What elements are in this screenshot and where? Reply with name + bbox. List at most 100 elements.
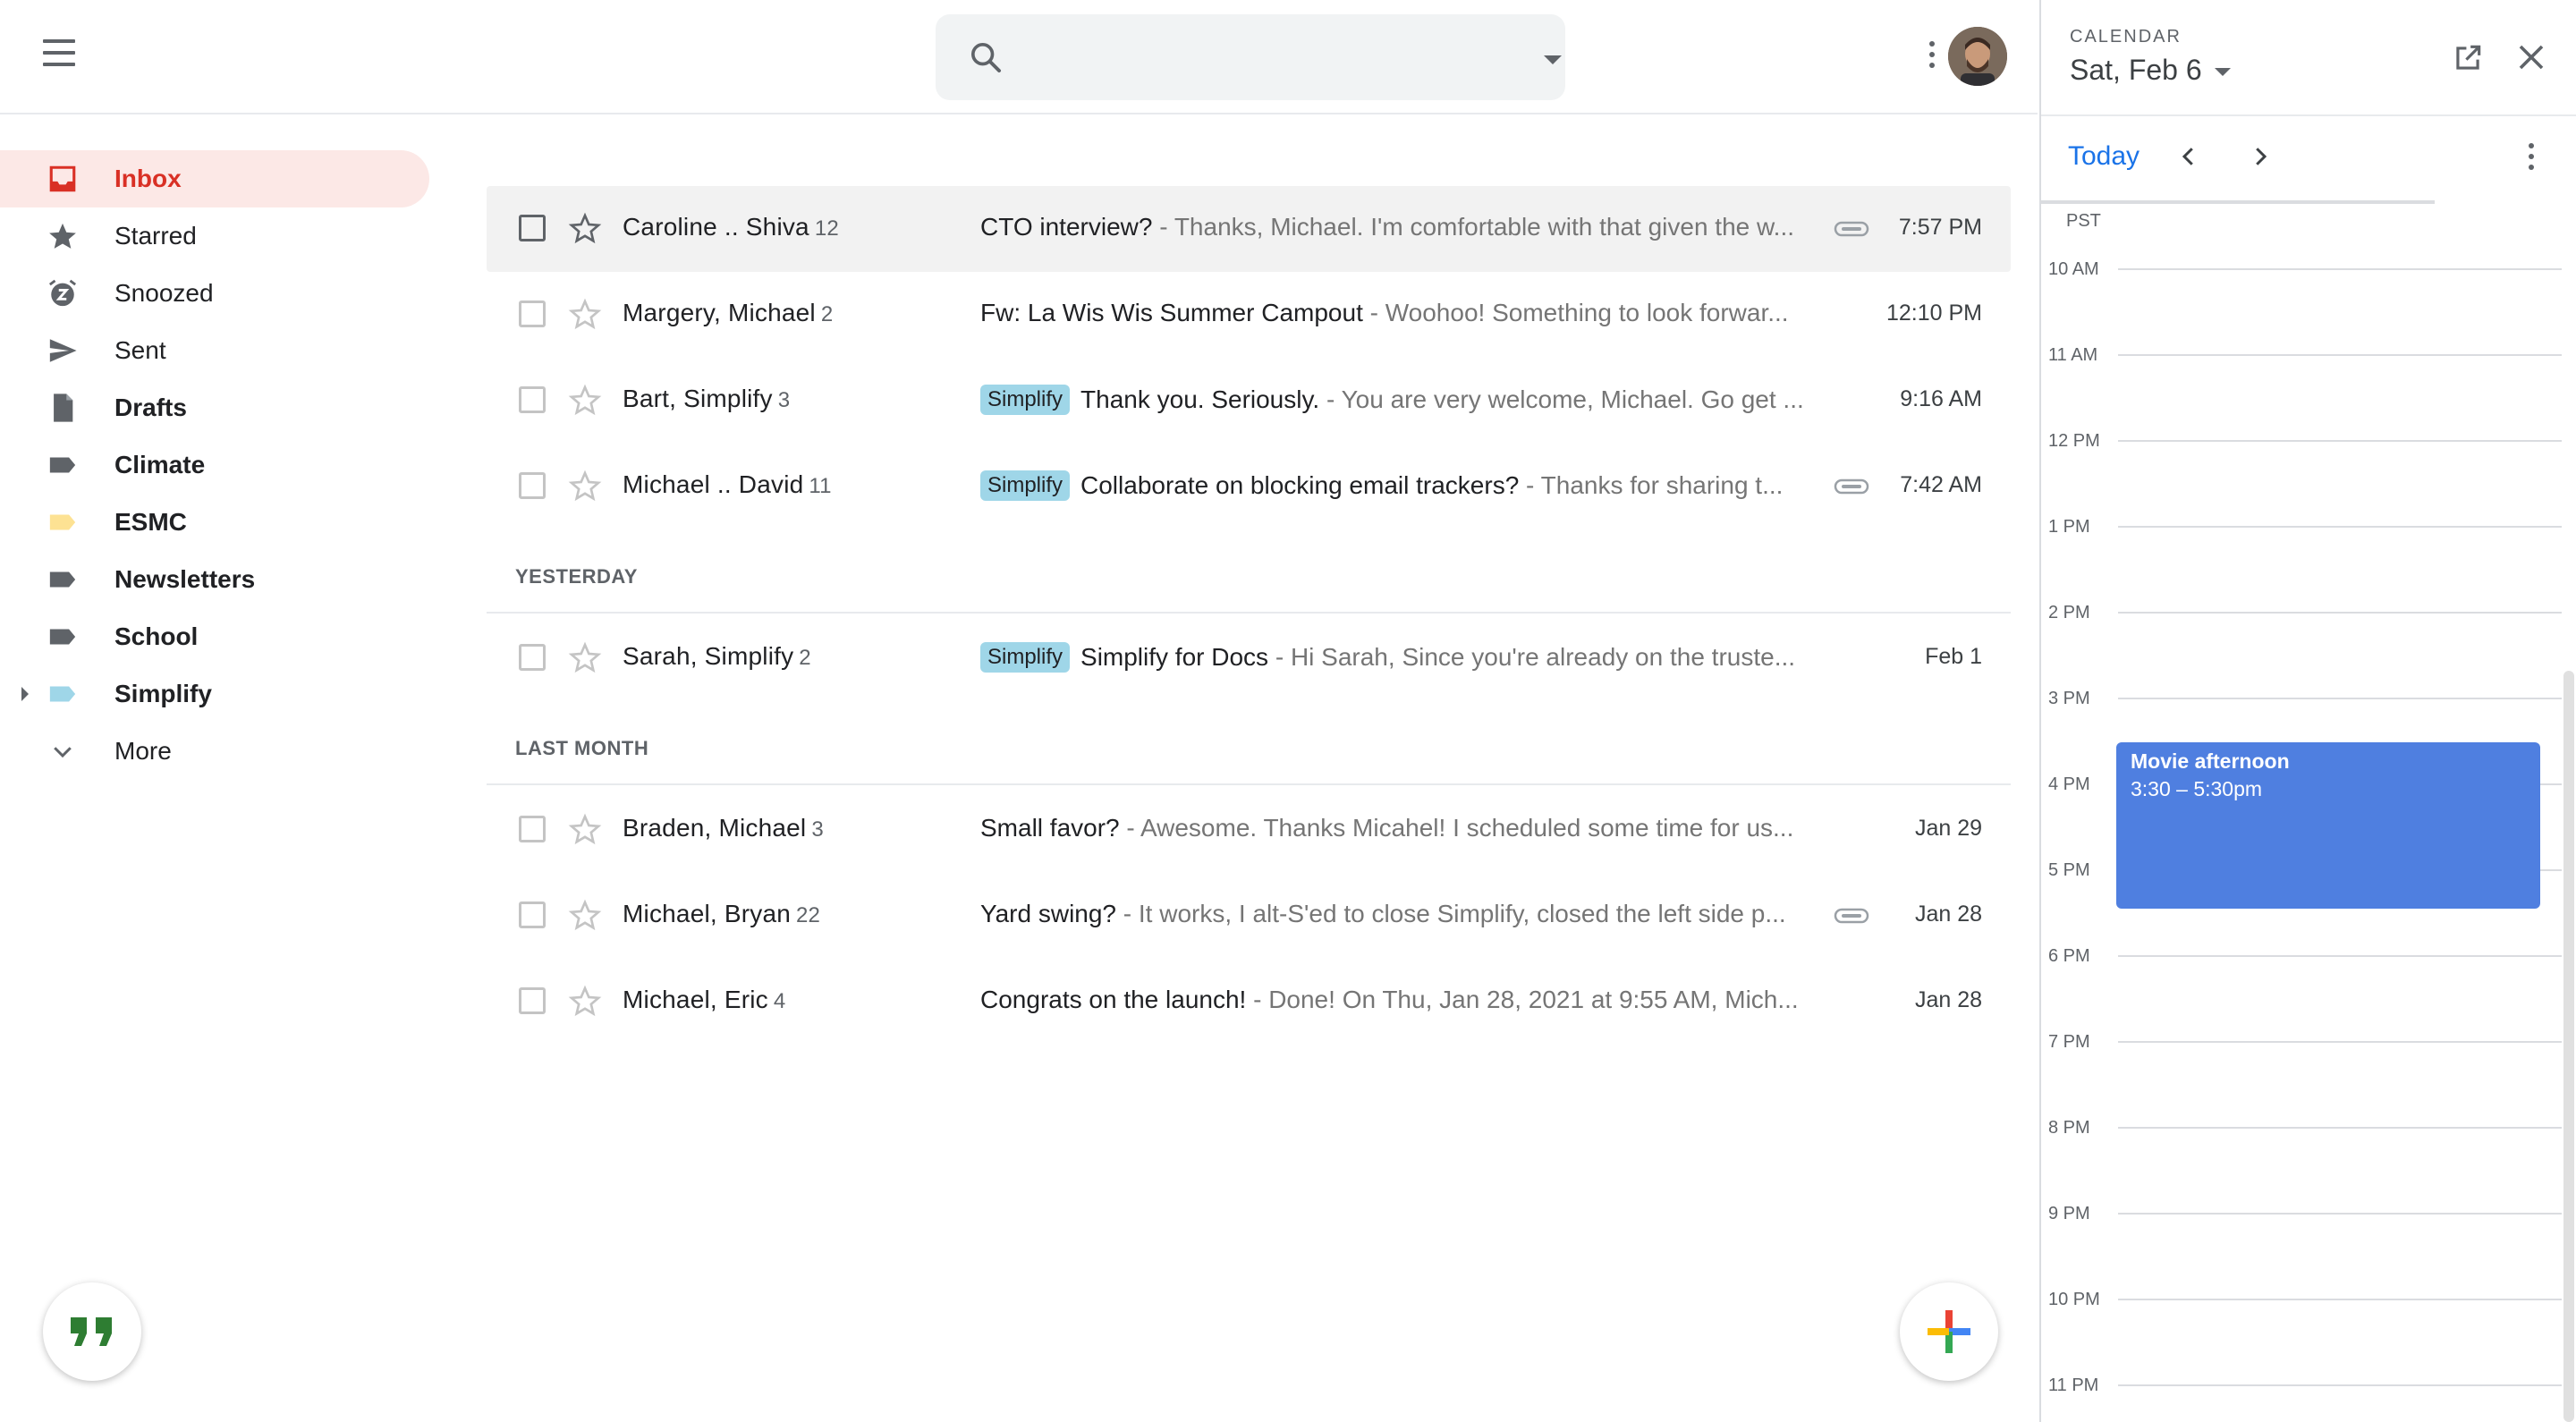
hour-gridline	[2118, 526, 2562, 528]
star-outline-icon[interactable]	[567, 297, 603, 333]
sidebar-item-inbox[interactable]: Inbox	[0, 150, 429, 207]
hour-label: 3 PM	[2048, 689, 2090, 708]
mail-content: Fw: La Wis Wis Summer Campout - Woohoo! …	[980, 299, 1839, 327]
close-icon[interactable]	[2515, 41, 2547, 73]
calendar-more-options-icon[interactable]	[2524, 143, 2538, 175]
mail-row[interactable]: Bart, Simplify 3 Simplify Thank you. Serio…	[487, 358, 2011, 444]
open-in-new-icon[interactable]	[2451, 41, 2485, 75]
sidebar-item-climate[interactable]: Climate	[0, 436, 429, 494]
select-checkbox[interactable]	[519, 644, 546, 671]
sidebar-item-sent[interactable]: Sent	[0, 322, 429, 379]
event-title: Movie afternoon	[2131, 749, 2290, 773]
select-checkbox[interactable]	[519, 816, 546, 842]
search-options-dropdown-icon[interactable]	[1544, 55, 1562, 64]
star-outline-icon[interactable]	[567, 469, 603, 504]
sidebar-item-drafts[interactable]: Drafts	[0, 379, 429, 436]
star-outline-icon[interactable]	[567, 812, 603, 848]
sender-label: Michael, Eric	[623, 986, 768, 1013]
draft-file-icon	[47, 392, 79, 424]
main-menu-button[interactable]	[43, 39, 86, 75]
hour-gridline	[2118, 1213, 2562, 1215]
mail-subject: Congrats on the launch!	[980, 986, 1247, 1013]
dot	[2529, 165, 2534, 170]
dot	[2529, 154, 2534, 159]
avatar-image	[1948, 27, 2007, 86]
sidebar-item-school[interactable]: School	[0, 608, 429, 665]
compose-button[interactable]	[1900, 1282, 1998, 1381]
chevron-right-icon[interactable]	[2247, 143, 2274, 170]
thread-count: 11	[809, 474, 832, 498]
hour-gridline	[2118, 268, 2562, 270]
sidebar-item-more[interactable]: More	[0, 723, 429, 780]
mail-row[interactable]: Margery, Michael 2 Fw: La Wis Wis Summer …	[487, 272, 2011, 358]
quote-marks-icon	[71, 1317, 112, 1346]
hour-label: 12 PM	[2048, 431, 2100, 451]
timezone-label: PST	[2066, 211, 2101, 231]
mail-snippet: - Done! On Thu, Jan 28, 2021 at 9:55 AM,…	[1246, 986, 1799, 1013]
sidebar-item-simplify[interactable]: Simplify	[0, 665, 429, 723]
star-outline-icon[interactable]	[567, 211, 603, 247]
select-checkbox[interactable]	[519, 386, 546, 413]
expand-arrow-icon[interactable]	[21, 687, 29, 701]
mail-subject: Simplify for Docs	[1080, 643, 1269, 671]
mail-content: Simplify Simplify for Docs - Hi Sarah, Si…	[980, 642, 1839, 673]
search-icon[interactable]	[968, 39, 1004, 75]
select-checkbox[interactable]	[519, 472, 546, 499]
sidebar-item-starred[interactable]: Starred	[0, 207, 429, 265]
hour-gridline	[2118, 955, 2562, 957]
search-bar[interactable]	[936, 14, 1565, 100]
mail-row[interactable]: Michael, Eric 4 Congrats on the launch! -…	[487, 959, 2011, 1045]
mail-snippet: - Thanks for sharing t...	[1519, 471, 1784, 499]
select-checkbox[interactable]	[519, 987, 546, 1014]
select-checkbox[interactable]	[519, 215, 546, 241]
mail-row[interactable]: Caroline .. Shiva 12 CTO interview? - Tha…	[487, 186, 2011, 272]
hour-label: 2 PM	[2048, 603, 2090, 622]
calendar-scrollbar[interactable]	[2563, 671, 2574, 1422]
attachment-icon	[1834, 478, 1869, 495]
label-tag-simplify[interactable]: Simplify	[980, 385, 1071, 415]
mail-row[interactable]: Michael .. David 11 Simplify Collaborate o…	[487, 444, 2011, 529]
mail-snippet: - Woohoo! Something to look forwar...	[1362, 299, 1789, 326]
select-checkbox[interactable]	[519, 300, 546, 327]
plus-icon	[1928, 1310, 1970, 1353]
select-checkbox[interactable]	[519, 901, 546, 928]
chevron-left-icon[interactable]	[2175, 143, 2202, 170]
star-outline-icon[interactable]	[567, 898, 603, 934]
sender-names: Michael .. David 11	[623, 470, 832, 499]
sender-label: Bart, Simplify	[623, 385, 773, 412]
mail-row[interactable]: Braden, Michael 3 Small favor? - Awesome.…	[487, 787, 2011, 873]
today-button[interactable]: Today	[2068, 141, 2140, 172]
star-outline-icon[interactable]	[567, 383, 603, 419]
hour-label: 7 PM	[2048, 1032, 2090, 1052]
hour-gridline	[2118, 698, 2562, 699]
hour-gridline	[2118, 1299, 2562, 1300]
sidebar-item-snoozed[interactable]: Snoozed	[0, 265, 429, 322]
calendar-date-picker[interactable]: Sat, Feb 6	[2070, 54, 2231, 87]
calendar-event[interactable]: Movie afternoon 3:30 – 5:30pm	[2116, 742, 2540, 909]
label-tag-simplify[interactable]: Simplify	[980, 642, 1071, 673]
mail-row[interactable]: Michael, Bryan 22 Yard swing? - It works,…	[487, 873, 2011, 959]
mail-snippet: - It works, I alt-S'ed to close Simplify…	[1116, 900, 1786, 927]
hour-label: 6 PM	[2048, 946, 2090, 966]
label-tag-simplify[interactable]: Simplify	[980, 470, 1071, 501]
mail-row[interactable]: Sarah, Simplify 2 Simplify Simplify for Do…	[487, 615, 2011, 701]
mail-subject: Small favor?	[980, 814, 1120, 842]
dot	[1929, 52, 1935, 57]
sidebar-item-esmc[interactable]: ESMC	[0, 494, 429, 551]
mail-content: Small favor? - Awesome. Thanks Micahel! …	[980, 814, 1839, 842]
mail-subject: Collaborate on blocking email trackers?	[1080, 471, 1520, 499]
mail-content: Yard swing? - It works, I alt-S'ed to cl…	[980, 900, 1839, 928]
mail-date: 7:42 AM	[1900, 472, 1982, 497]
sidebar-item-newsletters[interactable]: Newsletters	[0, 551, 429, 608]
inbox-icon	[47, 163, 79, 195]
hamburger-bar	[43, 63, 75, 66]
mail-date: 12:10 PM	[1885, 300, 1982, 326]
search-input[interactable]	[1025, 32, 1490, 82]
quotes-button[interactable]	[43, 1282, 141, 1381]
avatar[interactable]	[1948, 27, 2007, 86]
sidebar-item-label: Drafts	[114, 394, 187, 421]
star-outline-icon[interactable]	[567, 640, 603, 676]
mail-content: Simplify Thank you. Seriously. - You are …	[980, 385, 1839, 415]
more-options-icon[interactable]	[1923, 41, 1941, 77]
star-outline-icon[interactable]	[567, 984, 603, 1020]
